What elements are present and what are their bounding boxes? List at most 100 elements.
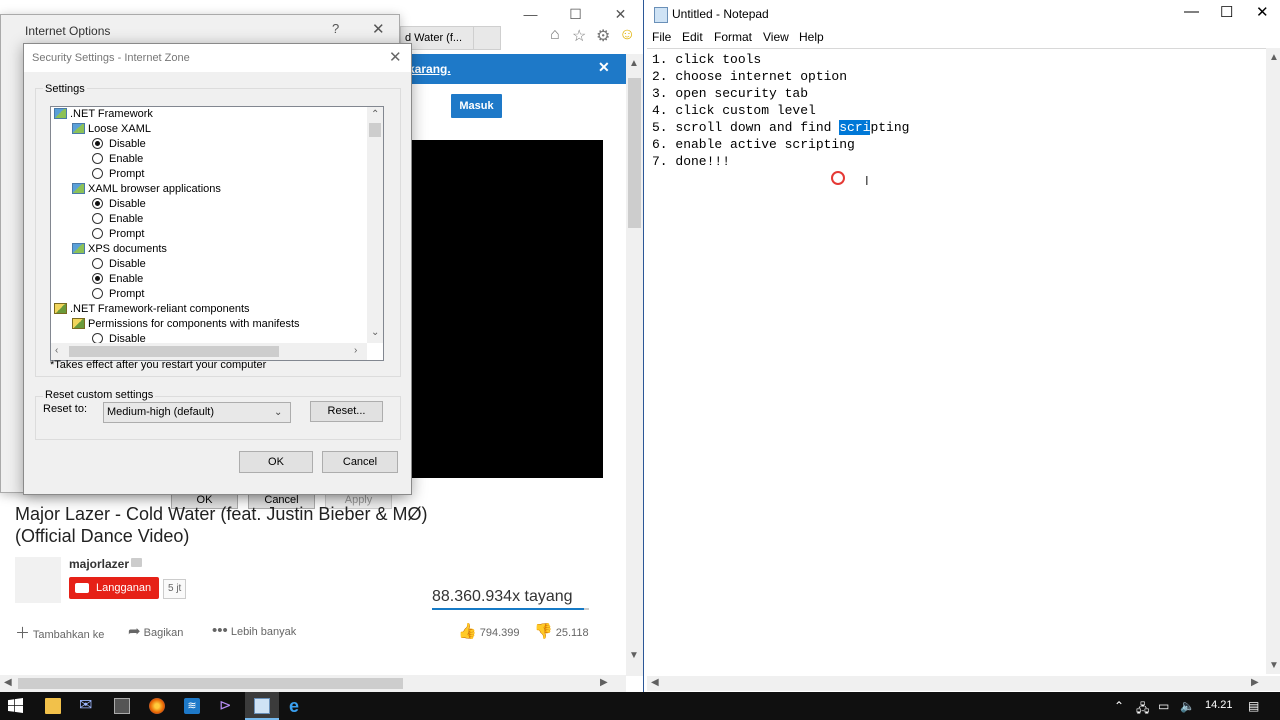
tree-horizontal-scroll-thumb[interactable] <box>69 346 279 357</box>
scroll-left-icon[interactable]: ◀ <box>651 677 659 688</box>
setting-radio-option[interactable]: Prompt <box>92 167 144 182</box>
new-tab-button[interactable] <box>473 26 501 50</box>
favorites-star-icon[interactable]: ☆ <box>572 26 586 46</box>
scroll-up-icon[interactable]: ▲ <box>629 58 639 69</box>
scroll-up-icon[interactable]: ⌃ <box>371 109 379 120</box>
subscribe-button[interactable]: Langganan <box>69 577 159 599</box>
start-button[interactable] <box>0 692 34 720</box>
subscribe-label: Langganan <box>96 582 152 594</box>
setting-radio-option[interactable]: Enable <box>92 212 143 227</box>
scroll-right-icon[interactable]: ▶ <box>1251 677 1259 688</box>
scroll-down-icon[interactable]: ⌄ <box>371 327 379 338</box>
radio-unchecked-icon[interactable] <box>92 228 103 239</box>
notepad-minimize-button[interactable]: — <box>1184 3 1199 20</box>
like-button[interactable]: 👍 794.399 <box>458 622 520 640</box>
mail-taskbar-button[interactable]: ✉ <box>70 692 104 720</box>
setting-radio-option[interactable]: Disable <box>92 257 146 272</box>
notepad-icon <box>654 7 668 23</box>
share-button[interactable]: ➦ Bagikan <box>128 622 183 640</box>
menu-format[interactable]: Format <box>714 30 752 44</box>
firefox-taskbar-button[interactable] <box>140 692 174 720</box>
ie-vertical-scrollbar[interactable]: ▲ ▼ <box>626 54 643 676</box>
radio-unchecked-icon[interactable] <box>92 258 103 269</box>
notifications-icon[interactable]: ▤ <box>1248 699 1259 713</box>
network-icon[interactable]: 🖧 <box>1136 699 1149 720</box>
menu-help[interactable]: Help <box>799 30 824 44</box>
ie-close-button[interactable]: ✕ <box>598 1 643 27</box>
more-button[interactable]: ••• Lebih banyak <box>212 622 296 639</box>
setting-radio-option[interactable]: Disable <box>92 332 146 343</box>
text-line: 2. choose internet option <box>652 69 848 84</box>
reset-button[interactable]: Reset... <box>310 401 383 422</box>
scroll-right-icon[interactable]: ▶ <box>600 677 608 688</box>
radio-checked-icon[interactable] <box>92 273 103 284</box>
clock[interactable]: 14.21 <box>1205 699 1233 711</box>
scroll-left-icon[interactable]: ◀ <box>4 677 12 688</box>
tree-horizontal-scrollbar[interactable]: ‹ › <box>51 343 367 360</box>
battery-icon[interactable]: ▭ <box>1158 699 1169 713</box>
ie-taskbar-button[interactable]: e <box>280 692 314 720</box>
notepad-horizontal-scrollbar[interactable]: ◀ ▶ <box>647 676 1266 691</box>
ie-vertical-scroll-thumb[interactable] <box>628 78 641 228</box>
tools-gear-icon[interactable]: ⚙ <box>596 26 610 46</box>
vs-taskbar-button[interactable]: ⊳ <box>210 692 244 720</box>
setting-label: Disable <box>109 333 146 343</box>
radio-unchecked-icon[interactable] <box>92 213 103 224</box>
reset-level-select[interactable]: Medium-high (default) ⌄ <box>103 402 291 423</box>
radio-unchecked-icon[interactable] <box>92 153 103 164</box>
dislike-button[interactable]: 👎 25.118 <box>534 622 589 640</box>
ie-maximize-button[interactable]: ☐ <box>553 1 598 27</box>
notepad-vertical-scrollbar[interactable]: ▲ ▼ <box>1266 48 1280 674</box>
menu-file[interactable]: File <box>652 30 671 44</box>
show-hidden-icons-icon[interactable]: ⌃ <box>1114 699 1124 713</box>
notepad-close-button[interactable]: ✕ <box>1256 3 1269 21</box>
wifi-app-taskbar-button[interactable]: ≋ <box>175 692 209 720</box>
media-taskbar-button[interactable] <box>105 692 139 720</box>
ok-button[interactable]: OK <box>239 451 313 473</box>
volume-icon[interactable]: 🔈 <box>1180 699 1195 713</box>
close-icon[interactable]: ✕ <box>598 59 610 76</box>
setting-category: Permissions for components with manifest… <box>72 317 300 332</box>
file-explorer-taskbar-button[interactable] <box>36 692 70 720</box>
radio-checked-icon[interactable] <box>92 198 103 209</box>
ie-minimize-button[interactable]: — <box>508 1 553 27</box>
channel-avatar[interactable] <box>15 557 61 603</box>
scroll-up-icon[interactable]: ▲ <box>1269 52 1279 63</box>
tree-vertical-scroll-thumb[interactable] <box>369 123 381 137</box>
ie-horizontal-scroll-thumb[interactable] <box>18 678 403 689</box>
ie-horizontal-scrollbar[interactable]: ◀ ▶ <box>0 675 626 692</box>
scroll-right-icon[interactable]: › <box>354 345 357 356</box>
radio-unchecked-icon[interactable] <box>92 168 103 179</box>
setting-radio-option[interactable]: Disable <box>92 197 146 212</box>
text-segment: 5. scroll down and find <box>652 120 840 135</box>
notepad-title: Untitled - Notepad <box>672 7 769 21</box>
cancel-button[interactable]: Cancel <box>322 451 398 473</box>
notification-link[interactable]: karang. <box>408 62 451 76</box>
radio-checked-icon[interactable] <box>92 138 103 149</box>
sign-in-button[interactable]: Masuk <box>451 94 502 118</box>
scroll-down-icon[interactable]: ▼ <box>629 650 639 661</box>
setting-radio-option[interactable]: Prompt <box>92 287 144 302</box>
tree-vertical-scrollbar[interactable]: ⌃ ⌄ <box>367 107 383 343</box>
channel-name[interactable]: majorlazer <box>69 557 129 571</box>
close-icon[interactable]: ✕ <box>372 20 385 38</box>
help-icon[interactable]: ? <box>332 21 339 36</box>
menu-edit[interactable]: Edit <box>682 30 703 44</box>
setting-label: .NET Framework-reliant components <box>70 303 250 315</box>
add-to-button[interactable]: ＋ Tambahkan ke <box>15 622 104 643</box>
home-icon[interactable]: ⌂ <box>550 26 560 44</box>
notepad-taskbar-button[interactable] <box>245 692 279 720</box>
notepad-maximize-button[interactable]: ☐ <box>1220 3 1233 21</box>
menu-view[interactable]: View <box>763 30 789 44</box>
radio-unchecked-icon[interactable] <box>92 288 103 299</box>
notepad-text-area[interactable]: 1. click tools 2. choose internet option… <box>647 48 1266 675</box>
setting-radio-option[interactable]: Enable <box>92 272 143 287</box>
setting-radio-option[interactable]: Prompt <box>92 227 144 242</box>
scroll-left-icon[interactable]: ‹ <box>55 345 58 356</box>
setting-radio-option[interactable]: Enable <box>92 152 143 167</box>
close-icon[interactable]: ✕ <box>389 48 402 66</box>
smiley-feedback-icon[interactable]: ☺ <box>619 26 635 44</box>
setting-radio-option[interactable]: Disable <box>92 137 146 152</box>
radio-unchecked-icon[interactable] <box>92 333 103 343</box>
scroll-down-icon[interactable]: ▼ <box>1269 660 1279 671</box>
